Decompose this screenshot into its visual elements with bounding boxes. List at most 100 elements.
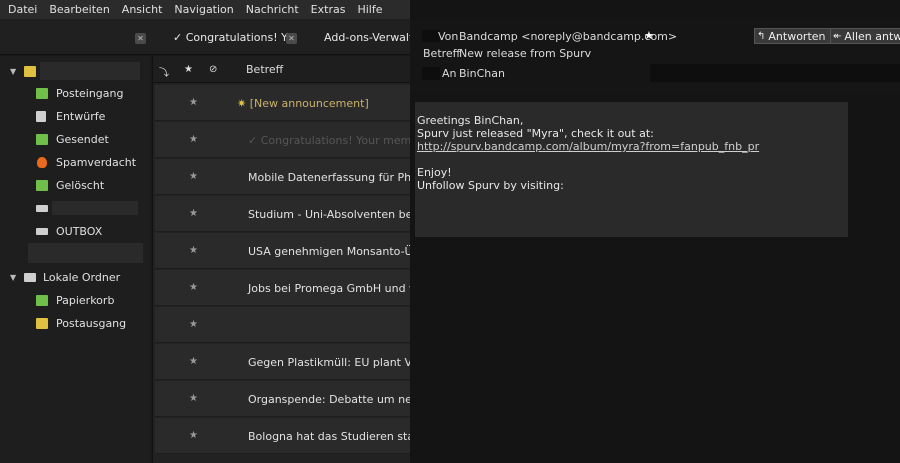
sent-icon	[36, 133, 48, 145]
table-row[interactable]: ★ Jobs bei Promega GmbH und vielen	[155, 270, 411, 306]
release-line: Spurv just released "Myra", check it out…	[417, 127, 654, 140]
header-blank	[650, 64, 900, 82]
account-label	[40, 62, 140, 80]
folder-postausgang[interactable]: Postausgang	[0, 312, 150, 334]
subject-text: Jobs bei Promega GmbH und vielen	[248, 282, 411, 295]
thread-column-icon[interactable]: ⤵	[159, 64, 169, 79]
column-header: ⤵ ★ ⊘ Betreff	[153, 56, 411, 83]
folder-entwuerfe[interactable]: Entwürfe	[0, 105, 150, 127]
to-value[interactable]: BinChan	[459, 67, 505, 80]
trash-icon	[36, 294, 48, 306]
reply-all-icon: ↞	[833, 30, 842, 42]
table-row[interactable]: ★ Studium - Uni-Absolventen bekommen	[155, 196, 411, 232]
folder-label: Gelöscht	[56, 178, 105, 192]
message-body: Greetings BinChan, Spurv just released "…	[415, 102, 848, 237]
folder-label: Entwürfe	[56, 109, 106, 123]
star-icon[interactable]: ★	[189, 319, 198, 330]
menu-ansicht[interactable]: Ansicht	[116, 3, 169, 16]
account-icon	[24, 65, 36, 77]
star-icon[interactable]: ★	[189, 208, 198, 219]
menu-datei[interactable]: Datei	[2, 3, 43, 16]
computer-icon	[24, 272, 36, 282]
star-icon[interactable]: ★	[189, 393, 198, 404]
from-label: Von	[438, 30, 459, 43]
subject: ✷ [New announcement]	[237, 97, 369, 110]
trash-icon	[36, 179, 48, 191]
reply-all-label: Allen antw	[844, 29, 900, 43]
folder-icon	[36, 227, 48, 235]
blank-folder-row	[28, 243, 143, 263]
reply-all-button[interactable]: ↞ Allen antw	[830, 28, 900, 44]
folder-unnamed[interactable]	[0, 197, 150, 219]
star-icon[interactable]: ★	[644, 29, 654, 42]
inbox-icon	[36, 87, 48, 99]
menu-nachricht[interactable]: Nachricht	[240, 3, 305, 16]
folder-label: Posteingang	[56, 86, 124, 100]
junk-flame-icon	[37, 156, 47, 168]
message-list: ⤵ ★ ⊘ Betreff ★ ✷ [New announcement] ★ ✓…	[152, 56, 411, 463]
account-row[interactable]: ▼	[0, 60, 150, 82]
unfollow-line: Unfollow Spurv by visiting:	[417, 179, 564, 192]
folder-icon	[36, 204, 48, 212]
reply-icon: ↰	[757, 30, 766, 42]
star-icon[interactable]: ★	[189, 356, 198, 367]
folder-posteingang[interactable]: Posteingang	[0, 82, 150, 104]
table-row[interactable]: ★ ✓ Congratulations! Your membership	[155, 122, 411, 158]
menu-navigation[interactable]: Navigation	[168, 3, 239, 16]
table-row[interactable]: ★ Bologna hat das Studieren stark veränd…	[155, 418, 411, 454]
subject-label: Betreff	[423, 47, 461, 60]
folder-label: Postausgang	[56, 316, 127, 330]
chevron-down-icon[interactable]: ▼	[10, 273, 16, 282]
local-folders-label: Lokale Ordner	[43, 270, 121, 284]
subject-text: USA genehmigen Monsanto-Übernahme	[248, 245, 411, 258]
star-icon[interactable]: ★	[189, 97, 198, 108]
new-icon: ✷	[237, 97, 250, 110]
folder-label: Spamverdacht	[56, 155, 137, 169]
table-row[interactable]: ★ ✷ [New announcement]	[155, 85, 411, 121]
folder-label	[52, 201, 138, 215]
subject-text: Bologna hat das Studieren stark veränder…	[248, 430, 411, 443]
folder-label: Papierkorb	[56, 293, 115, 307]
greeting: Greetings BinChan,	[417, 114, 524, 127]
enjoy-line: Enjoy!	[417, 166, 452, 179]
table-row[interactable]: ★ Mobile Datenerfassung für Pharma	[155, 159, 411, 195]
drafts-icon	[36, 110, 46, 122]
tab-strip: ✕ ✓ Congratulations! Y... ✕ Add-ons-Verw…	[0, 19, 434, 55]
menu-bearbeiten[interactable]: Bearbeiten	[43, 3, 115, 16]
folder-gesendet[interactable]: Gesendet	[0, 128, 150, 150]
star-icon[interactable]: ★	[189, 430, 198, 441]
tab-close-icon[interactable]: ✕	[286, 33, 297, 44]
menu-extras[interactable]: Extras	[305, 3, 352, 16]
folder-geloescht[interactable]: Gelöscht	[0, 174, 150, 196]
table-row[interactable]: ★	[155, 307, 411, 343]
table-row[interactable]: ★ Gegen Plastikmüll: EU plant Verbot	[155, 344, 411, 380]
folder-label: Gesendet	[56, 132, 109, 146]
folder-spamverdacht[interactable]: Spamverdacht	[0, 151, 150, 173]
reply-button[interactable]: ↰ Antworten	[754, 28, 831, 44]
attachment-column-icon[interactable]: ⊘	[209, 64, 217, 75]
subject-value: New release from Spurv	[459, 47, 592, 60]
table-row[interactable]: ★ Organspende: Debatte um neue Regeln	[155, 381, 411, 417]
star-icon[interactable]: ★	[189, 171, 198, 182]
star-icon[interactable]: ★	[189, 245, 198, 256]
folder-outbox[interactable]: OUTBOX	[0, 220, 150, 242]
album-link[interactable]: http://spurv.bandcamp.com/album/myra?fro…	[417, 140, 759, 153]
star-column-icon[interactable]: ★	[184, 64, 193, 75]
star-icon[interactable]: ★	[189, 134, 198, 145]
tab-congratulations[interactable]: ✓ Congratulations! Y...	[173, 31, 296, 44]
subject-text: Gegen Plastikmüll: EU plant Verbot	[248, 356, 411, 369]
star-icon[interactable]: ★	[189, 282, 198, 293]
folder-papierkorb[interactable]: Papierkorb	[0, 289, 150, 311]
tab-close-icon[interactable]: ✕	[135, 33, 146, 44]
folder-pane: ▼ Posteingang Entwürfe Gesendet Spamverd…	[0, 56, 150, 463]
subject-text: Organspende: Debatte um neue Regeln	[248, 393, 411, 406]
local-folders-row[interactable]: ▼ Lokale Ordner	[0, 266, 150, 288]
folder-label: OUTBOX	[56, 224, 103, 238]
chevron-down-icon[interactable]: ▼	[10, 67, 16, 76]
subject-column-header[interactable]: Betreff	[246, 63, 283, 76]
subject-text: Studium - Uni-Absolventen bekommen	[248, 208, 411, 221]
table-row[interactable]: ★ USA genehmigen Monsanto-Übernahme	[155, 233, 411, 269]
message-reader: Von Bandcamp <noreply@bandcamp.com> ★ Be…	[410, 0, 900, 463]
menu-hilfe[interactable]: Hilfe	[351, 3, 388, 16]
